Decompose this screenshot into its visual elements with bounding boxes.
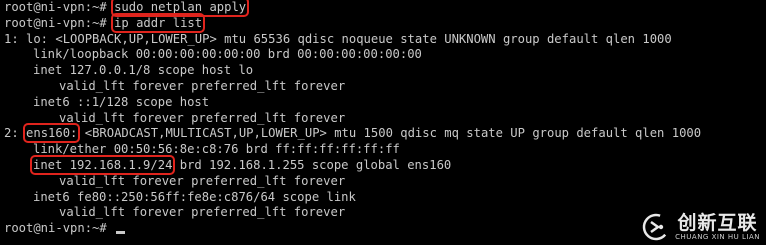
- ens160-flags: <BROADCAST,MULTICAST,UP,LOWER_UP> mtu 15…: [77, 126, 702, 141]
- command-line-1: root@ni-vpn:~# sudo netplan apply: [4, 0, 766, 17]
- ens160-header: 2: ens160: <BROADCAST,MULTICAST,UP,LOWER…: [4, 123, 766, 144]
- lo-inet6-lft: valid_lft forever preferred_lft forever: [59, 110, 346, 125]
- command-line-2: root@ni-vpn:~# ip addr list: [4, 12, 766, 33]
- prompt: root@ni-vpn:~#: [4, 0, 115, 14]
- lo-inet6: inet6 ::1/128 scope host: [33, 94, 210, 109]
- lo-link: link/loopback 00:00:00:00:00:00 brd 00:0…: [33, 47, 422, 62]
- ens160-inet-rest: brd 192.168.1.255 scope global ens160: [172, 157, 452, 172]
- lo-header: 1: lo: <LOOPBACK,UP,LOWER_UP> mtu 65536 …: [4, 31, 672, 46]
- lo-inet-lft: valid_lft forever preferred_lft forever: [59, 78, 346, 93]
- ens160-index: 2:: [4, 126, 27, 141]
- ens160-inet-lft: valid_lft forever preferred_lft forever: [59, 173, 346, 188]
- ens160-interface-name: ens160:: [22, 123, 81, 144]
- ens160-inet: inet 192.168.1.9/24 brd 192.168.1.255 sc…: [4, 154, 766, 175]
- terminal-window[interactable]: root@ni-vpn:~# sudo netplan apply root@n…: [0, 0, 766, 245]
- lo-inet: inet 127.0.0.1/8 scope host lo: [33, 63, 254, 78]
- brand-name-en: CHUANG XIN HU LIAN: [675, 233, 760, 241]
- text-cursor: [116, 231, 126, 235]
- command-netplan-apply: sudo netplan apply: [111, 0, 250, 17]
- prompt: root@ni-vpn:~#: [4, 15, 115, 30]
- ens160-inet6: inet6 fe80::250:56ff:fe8e:c876/64 scope …: [33, 189, 356, 204]
- ens160-link: link/ether 00:50:56:8e:c8:76 brd ff:ff:f…: [33, 142, 400, 157]
- prompt: root@ni-vpn:~#: [4, 221, 115, 236]
- ens160-ip-address: inet 192.168.1.9/24: [29, 154, 176, 175]
- brand-watermark: 创新互联 CHUANG XIN HU LIAN: [642, 213, 760, 241]
- brand-name-cn: 创新互联: [677, 212, 758, 234]
- brand-logo-icon: [642, 213, 670, 241]
- command-ip-addr-list: ip addr list: [111, 12, 206, 33]
